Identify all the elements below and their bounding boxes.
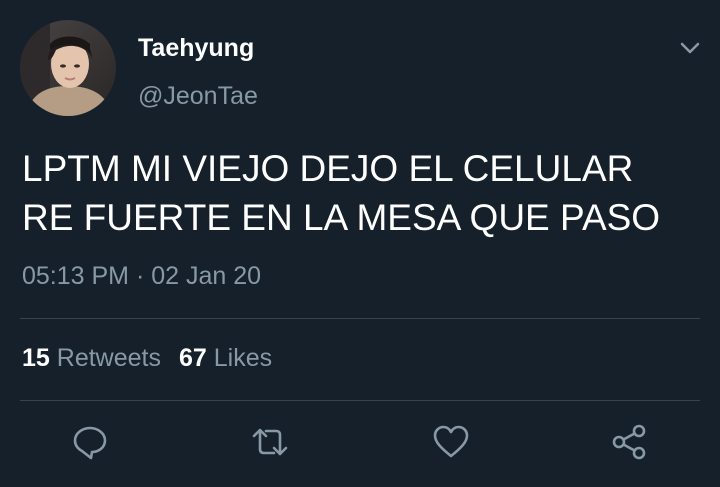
display-name[interactable]: Taehyung <box>138 34 254 63</box>
tweet-timestamp[interactable]: 05:13 PM · 02 Jan 20 <box>22 262 261 291</box>
divider <box>20 400 700 401</box>
retweets-stat[interactable]: 15 Retweets <box>22 344 161 372</box>
tweet-time: 05:13 PM <box>22 262 130 290</box>
avatar-photo <box>20 20 116 116</box>
reply-icon <box>73 426 107 460</box>
tweet-text-line: LPTM MI VIEJO DEJO EL CELULAR <box>22 148 634 189</box>
meta-separator: · <box>135 262 145 290</box>
divider <box>20 318 700 319</box>
like-button[interactable] <box>431 422 471 462</box>
user-handle[interactable]: @JeonTae <box>138 82 258 111</box>
reply-button[interactable] <box>70 422 110 462</box>
tweet-menu-button[interactable] <box>676 34 704 62</box>
share-icon <box>612 424 646 460</box>
retweets-label: Retweets <box>56 344 161 372</box>
retweet-button[interactable] <box>250 422 290 462</box>
retweets-count: 15 <box>22 344 50 372</box>
retweet-icon <box>252 428 288 456</box>
tweet-text-line: RE FUERTE EN LA MESA QUE PASO <box>22 197 661 238</box>
avatar[interactable] <box>20 20 116 116</box>
heart-icon <box>433 425 469 458</box>
tweet-date: 02 Jan 20 <box>151 262 262 290</box>
chevron-down-icon <box>680 42 700 54</box>
likes-stat[interactable]: 67 Likes <box>179 344 272 372</box>
tweet-text: LPTM MI VIEJO DEJO EL CELULAR RE FUERTE … <box>22 144 702 242</box>
tweet-stats: 15 Retweets 67 Likes <box>22 344 272 373</box>
likes-label: Likes <box>213 344 273 372</box>
likes-count: 67 <box>178 344 207 372</box>
share-button[interactable] <box>610 422 650 462</box>
